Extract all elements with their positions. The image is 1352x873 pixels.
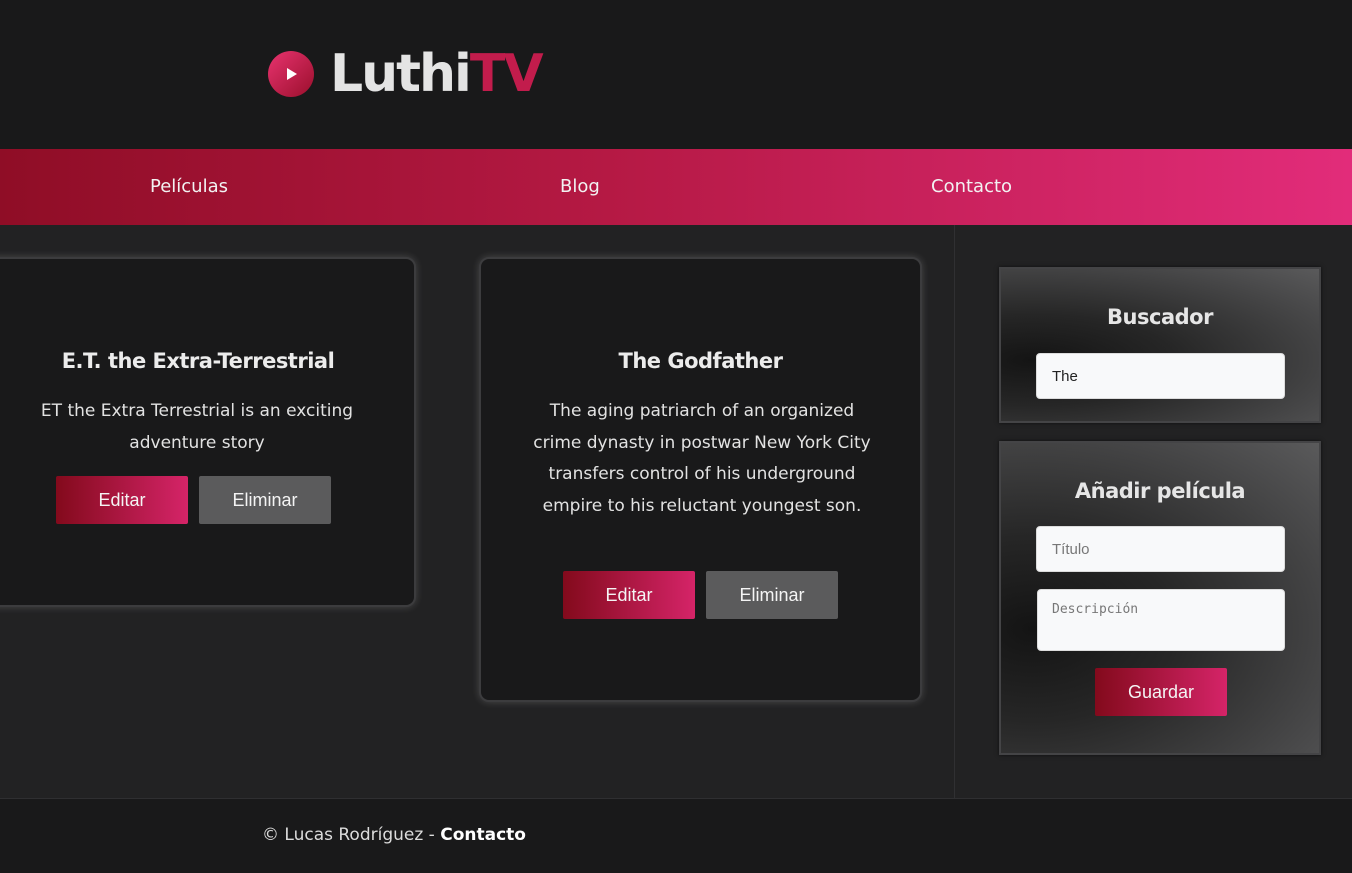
save-button[interactable]: Guardar	[1095, 668, 1227, 716]
search-panel-title: Buscador	[1107, 305, 1213, 329]
add-movie-panel-title: Añadir película	[1074, 479, 1246, 503]
delete-button[interactable]: Eliminar	[706, 571, 838, 619]
movie-card: E.T. the Extra-Terrestrial ET the Extra …	[0, 257, 416, 607]
edit-button[interactable]: Editar	[563, 571, 695, 619]
nav-item-contacto[interactable]: Contacto	[931, 149, 1012, 225]
site-logo[interactable]: LuthiTV	[268, 44, 544, 104]
sidebar: Buscador Añadir película Guardar	[954, 225, 1352, 798]
logo-text-tv: TV	[469, 44, 544, 104]
movie-list: E.T. the Extra-Terrestrial ET the Extra …	[0, 225, 954, 798]
footer-contact-link[interactable]: Contacto	[440, 825, 526, 845]
movie-title: The Godfather	[618, 349, 783, 373]
copyright-text: © Lucas Rodríguez -	[262, 825, 441, 845]
movie-title: E.T. the Extra-Terrestrial	[61, 349, 335, 373]
site-footer: © Lucas Rodríguez - Contacto	[0, 798, 1352, 873]
movie-card: The Godfather The aging patriarch of an …	[479, 257, 922, 702]
search-input[interactable]	[1036, 353, 1285, 399]
site-header: LuthiTV	[0, 0, 1352, 149]
logo-text: LuthiTV	[330, 48, 544, 100]
nav-item-peliculas[interactable]: Películas	[150, 149, 228, 225]
movie-description: The aging patriarch of an organized crim…	[533, 401, 871, 516]
footer-text: © Lucas Rodríguez - Contacto	[262, 825, 526, 845]
logo-text-luthi: Luthi	[330, 44, 472, 104]
main-nav: Películas Blog Contacto	[0, 149, 1352, 225]
description-textarea[interactable]	[1037, 589, 1285, 651]
nav-item-blog[interactable]: Blog	[560, 149, 600, 225]
add-movie-panel: Añadir película Guardar	[999, 441, 1321, 755]
movie-description: ET the Extra Terrestrial is an exciting …	[40, 401, 354, 453]
title-input[interactable]	[1036, 526, 1285, 572]
search-panel: Buscador	[999, 267, 1321, 423]
edit-button[interactable]: Editar	[56, 476, 188, 524]
play-icon	[268, 51, 314, 97]
delete-button[interactable]: Eliminar	[199, 476, 331, 524]
